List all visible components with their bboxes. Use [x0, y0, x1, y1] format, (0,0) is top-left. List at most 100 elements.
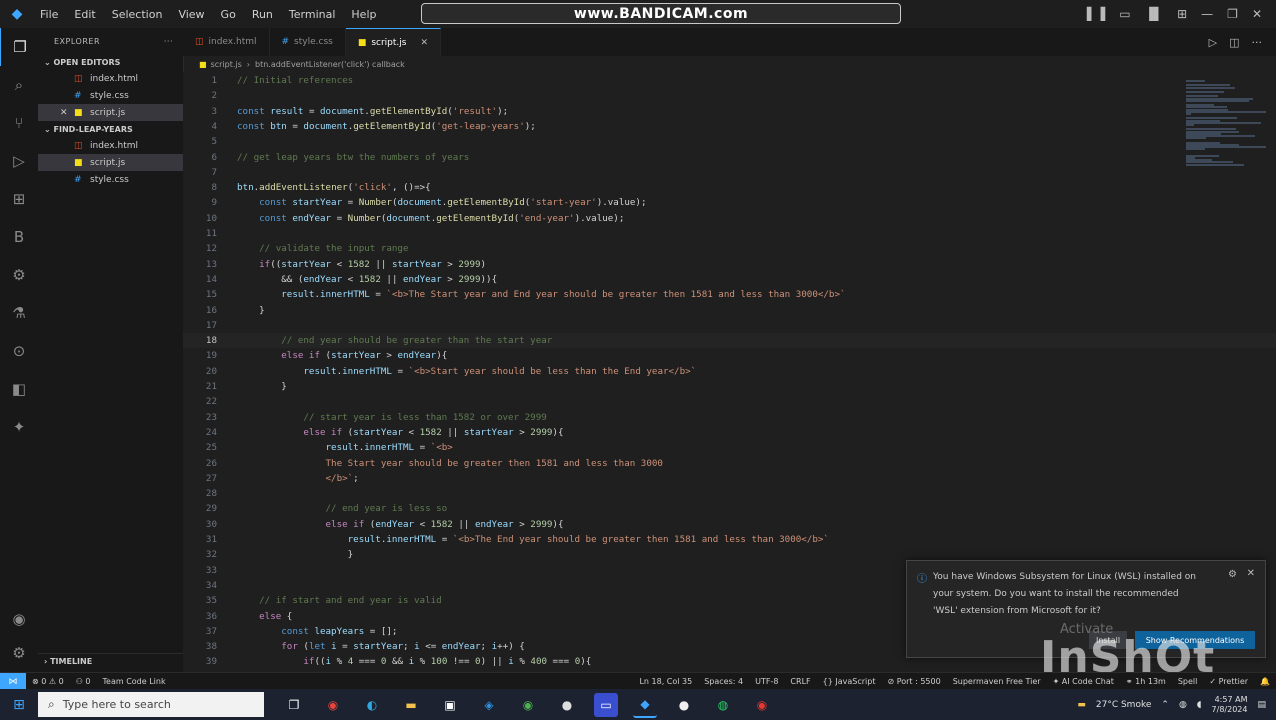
open-editor-style[interactable]: # style.css	[38, 87, 183, 104]
code-line[interactable]: 22	[183, 394, 1276, 409]
record-icon[interactable]: ◉	[750, 693, 774, 717]
code-line[interactable]: 21 }	[183, 379, 1276, 394]
code-line[interactable]: 23 // start year is less than 1582 or ov…	[183, 410, 1276, 425]
customize-layout-icon[interactable]: ⊞	[1177, 7, 1187, 21]
code-line[interactable]: 19 else if (startYear > endYear){	[183, 348, 1276, 363]
file-explorer-icon[interactable]: ▬	[399, 693, 423, 717]
timeline-section[interactable]: › TIMELINE	[38, 653, 189, 668]
encoding[interactable]: UTF-8	[749, 677, 784, 686]
layout-sidebar-icon[interactable]: ▌▐	[1087, 7, 1105, 21]
folder-item-index[interactable]: ◫ index.html	[38, 137, 183, 154]
menu-go[interactable]: Go	[213, 8, 244, 21]
search-icon[interactable]: ⌕	[0, 66, 38, 104]
live-server-port[interactable]: ⊘ Port : 5500	[881, 677, 946, 686]
command-center[interactable]: www.BANDICAM.com	[421, 3, 901, 24]
folder-tray-icon[interactable]: ▬	[1077, 700, 1086, 710]
code-line[interactable]: 6 // get leap years btw the numbers of ye…	[183, 150, 1276, 165]
run-debug-icon[interactable]: ▷	[0, 142, 38, 180]
indentation[interactable]: Spaces: 4	[698, 677, 749, 686]
supermaven-status[interactable]: Supermaven Free Tier	[947, 677, 1047, 686]
code-line[interactable]: 18 // end year should be greater than th…	[183, 333, 1276, 349]
code-line[interactable]: 14 && (endYear < 1582 || endYear > 2999)…	[183, 272, 1276, 287]
close-icon[interactable]: ✕	[60, 108, 68, 118]
bandicam-icon[interactable]: ▭	[594, 692, 618, 717]
close-icon[interactable]: ✕	[420, 38, 428, 48]
account-icon[interactable]: ◉	[12, 610, 25, 628]
menu-file[interactable]: File	[32, 8, 66, 21]
chrome-alt-icon[interactable]: ◉	[516, 693, 540, 717]
extension-tool-icon[interactable]: ◧	[0, 370, 38, 408]
code-line[interactable]: 24 else if (startYear < 1582 || startYea…	[183, 425, 1276, 440]
ports-indicator[interactable]: ⚇ 0	[70, 677, 97, 686]
menu-terminal[interactable]: Terminal	[281, 8, 344, 21]
code-line[interactable]: 11	[183, 226, 1276, 241]
code-line[interactable]: 7	[183, 165, 1276, 180]
code-line[interactable]: 26 The Start year should be greater then…	[183, 456, 1276, 471]
code-line[interactable]: 4 const btn = document.getElementById('ge…	[183, 119, 1276, 134]
more-actions-icon[interactable]: ···	[1252, 36, 1263, 49]
extensions-icon[interactable]: ⊞	[0, 180, 38, 218]
cursor-position[interactable]: Ln 18, Col 35	[633, 677, 698, 686]
restore-icon[interactable]: ❐	[1227, 7, 1238, 21]
testing-icon[interactable]: ⚗	[0, 294, 38, 332]
minimize-icon[interactable]: —	[1201, 7, 1213, 21]
folder-item-style[interactable]: # style.css	[38, 171, 183, 188]
code-line[interactable]: 27 </b>`;	[183, 471, 1276, 486]
code-line[interactable]: 10 const endYear = Number(document.getEl…	[183, 211, 1276, 226]
manage-gear-icon[interactable]: ⚙	[12, 644, 25, 662]
close-window-icon[interactable]: ✕	[1252, 7, 1262, 21]
bookmark-icon[interactable]: B	[0, 218, 38, 256]
code-line[interactable]: 5	[183, 134, 1276, 149]
code-line[interactable]: 28	[183, 486, 1276, 501]
run-icon[interactable]: ▷	[1209, 36, 1217, 49]
chat-icon[interactable]: ✦	[0, 408, 38, 446]
chrome-icon[interactable]: ◉	[321, 693, 345, 717]
code-line[interactable]: 2	[183, 88, 1276, 103]
explorer-icon[interactable]: ❐	[0, 28, 39, 66]
spell-checker[interactable]: Spell	[1172, 677, 1204, 686]
network-icon[interactable]: ◍	[1179, 700, 1187, 710]
gear-icon[interactable]: ⚙	[1228, 569, 1237, 580]
remote-icon[interactable]: ⚙	[0, 256, 38, 294]
breadcrumb-symbol[interactable]: btn.addEventListener('click') callback	[255, 60, 405, 69]
code-line[interactable]: 16 }	[183, 303, 1276, 318]
tab-style-css[interactable]: # style.css	[270, 28, 346, 56]
code-line[interactable]: 8 btn.addEventListener('click', ()=>{	[183, 180, 1276, 195]
remote-indicator-icon[interactable]: ⋈	[0, 673, 26, 690]
menu-run[interactable]: Run	[244, 8, 281, 21]
layout-secondary-icon[interactable]: ▐▌	[1145, 7, 1163, 21]
menu-edit[interactable]: Edit	[66, 8, 103, 21]
breadcrumb-file[interactable]: script.js	[211, 60, 242, 69]
docker-icon[interactable]: ⊙	[0, 332, 38, 370]
code-line[interactable]: 1 // Initial references	[183, 73, 1276, 88]
code-line[interactable]: 9 const startYear = Number(document.getE…	[183, 195, 1276, 210]
folder-section[interactable]: ⌄ FIND-LEAP-YEARS	[38, 121, 183, 137]
code-line[interactable]: 29 // end year is less so	[183, 501, 1276, 516]
taskbar-search-input[interactable]: ⌕ Type here to search	[38, 692, 264, 717]
open-editor-script[interactable]: ✕ ■ script.js	[38, 104, 183, 121]
tray-chevron-icon[interactable]: ⌃	[1161, 700, 1169, 710]
clock[interactable]: 4:57 AM 7/8/2024	[1212, 695, 1248, 715]
prettier-status[interactable]: ✓ Prettier	[1203, 677, 1254, 686]
task-view-icon[interactable]: ❐	[282, 693, 306, 717]
problems-indicator[interactable]: ⊗ 0 ⚠ 0	[26, 677, 70, 686]
whatsapp-icon[interactable]: ◍	[711, 693, 735, 717]
source-control-icon[interactable]: ⑂	[0, 104, 38, 142]
layout-panel-icon[interactable]: ▭	[1119, 7, 1130, 21]
code-line[interactable]: 30 else if (endYear < 1582 || endYear > …	[183, 517, 1276, 532]
menu-selection[interactable]: Selection	[104, 8, 171, 21]
weather-widget[interactable]: 27°C Smoke	[1096, 700, 1152, 710]
folder-item-script[interactable]: ■ script.js	[38, 154, 183, 171]
outlook-icon[interactable]: ◈	[477, 693, 501, 717]
ai-code-chat[interactable]: ✦ AI Code Chat	[1047, 677, 1120, 686]
windows-start-icon[interactable]: ⊞	[0, 689, 38, 720]
code-line[interactable]: 31 result.innerHTML = `<b>The End year s…	[183, 532, 1276, 547]
notifications-bell-icon[interactable]: 🔔	[1254, 677, 1276, 686]
tab-index-html[interactable]: ◫ index.html	[183, 28, 270, 56]
line-ending[interactable]: CRLF	[784, 677, 816, 686]
vscode-taskbar-icon[interactable]: ◆	[633, 692, 657, 718]
code-line[interactable]: 12 // validate the input range	[183, 241, 1276, 256]
time-tracker[interactable]: ⚭ 1h 13m	[1120, 677, 1172, 686]
code-line[interactable]: 17	[183, 318, 1276, 333]
code-line[interactable]: 25 result.innerHTML = `<b>	[183, 440, 1276, 455]
